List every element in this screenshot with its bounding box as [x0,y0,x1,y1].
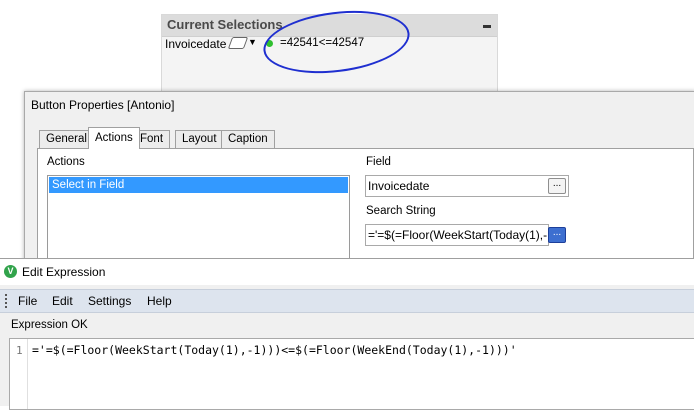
current-selections-title: Current Selections [167,17,283,32]
expression-status: Expression OK [11,319,88,331]
field-label: Field [366,156,391,168]
menu-bar: File Edit Settings Help [0,289,694,313]
field-browse-button[interactable]: ... [548,178,566,194]
search-browse-button[interactable]: ... [548,227,566,243]
toolbar-grip-icon[interactable] [5,294,7,308]
list-item-label: Select in Field [52,179,125,191]
search-string-input[interactable]: ='=$(=Floor(WeekStart(Today(1),-1)))<=$(… [365,224,549,246]
expression-editor[interactable]: 1 ='=$(=Floor(WeekStart(Today(1),-1)))<=… [9,338,694,410]
qlikview-logo-icon: V [4,265,17,278]
tab-general[interactable]: General [39,130,94,148]
line-gutter: 1 [10,339,28,409]
search-string-label: Search String [366,205,436,217]
edit-expression-titlebar: V Edit Expression [0,259,694,285]
field-input[interactable]: Invoicedate [365,175,569,197]
edit-expression-window: V Edit Expression File Edit Settings Hel… [0,258,694,410]
menu-file[interactable]: File [18,294,37,308]
chevron-down-icon[interactable]: ▼ [248,37,257,47]
selection-field-name: Invoicedate [165,37,227,51]
tab-layout[interactable]: Layout [175,130,224,148]
menu-help[interactable]: Help [147,294,172,308]
actions-list[interactable]: Select in Field [47,175,350,267]
menu-settings[interactable]: Settings [88,294,131,308]
minimize-icon[interactable] [483,25,491,28]
line-number: 1 [16,344,23,357]
list-item[interactable]: Select in Field [49,177,348,193]
clear-selection-icon[interactable] [227,37,249,49]
expression-code[interactable]: ='=$(=Floor(WeekStart(Today(1),-1)))<=$(… [32,343,517,357]
tab-actions[interactable]: Actions [88,127,140,149]
edit-expression-title: Edit Expression [22,265,106,279]
actions-label: Actions [47,156,85,168]
menu-edit[interactable]: Edit [52,294,73,308]
dialog-title: Button Properties [Antonio] [31,98,175,112]
tab-caption[interactable]: Caption [221,130,275,148]
